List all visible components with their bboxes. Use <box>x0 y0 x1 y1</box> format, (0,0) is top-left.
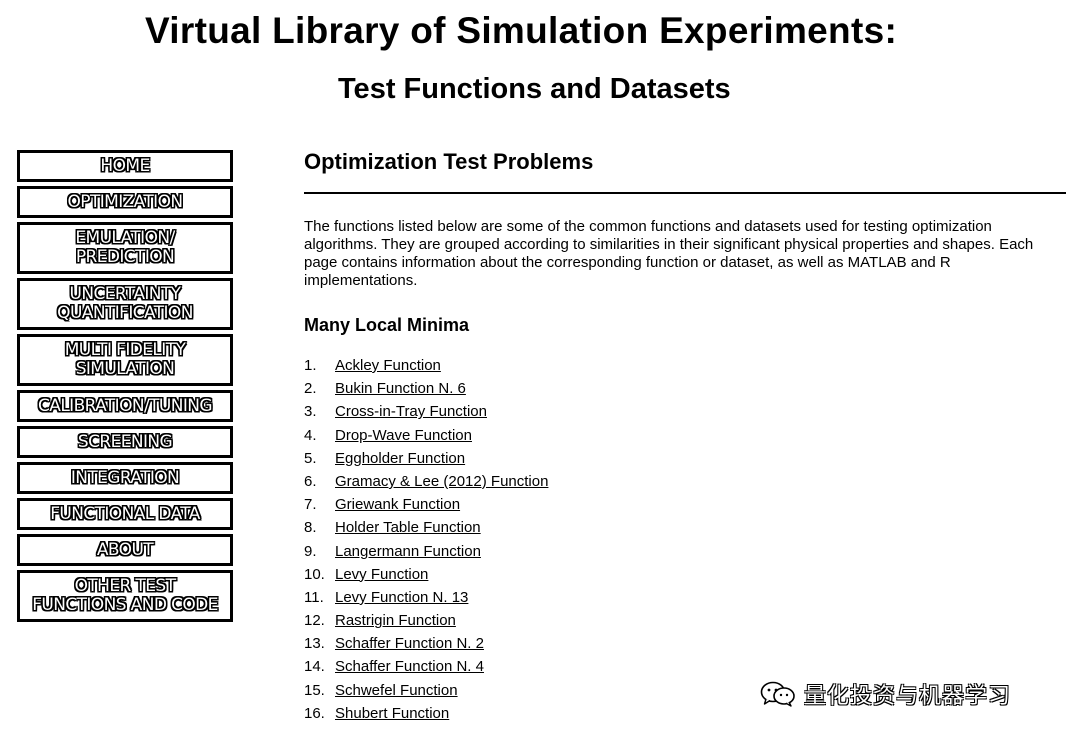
sidebar-item-screening[interactable]: SCREENING <box>17 426 233 458</box>
list-item-number: 15. <box>304 681 325 699</box>
sidebar-item-functional-data[interactable]: FUNCTIONAL DATA <box>17 498 233 530</box>
site-title: Virtual Library of Simulation Experiment… <box>145 10 898 51</box>
function-list: 1. Ackley Function 2. Bukin Function N. 6 … <box>304 354 1066 725</box>
list-item: 2. Bukin Function N. 6 <box>304 377 1066 400</box>
list-item: 12. Rastrigin Function <box>304 609 1066 632</box>
list-item-number: 12. <box>304 612 325 630</box>
list-item: 8. Holder Table Function <box>304 516 1066 539</box>
function-link[interactable]: Griewank Function <box>335 493 460 516</box>
list-item: 13. Schaffer Function N. 2 <box>304 632 1066 655</box>
list-item-number: 4. <box>304 426 317 444</box>
sidebar-item-label: HOME <box>100 155 150 176</box>
list-item: 5. Eggholder Function <box>304 447 1066 470</box>
list-item-number: 3. <box>304 403 317 421</box>
list-item-number: 7. <box>304 496 317 514</box>
wechat-icon <box>760 681 795 707</box>
function-link[interactable]: Holder Table Function <box>335 516 481 539</box>
function-link[interactable]: Ackley Function <box>335 354 441 377</box>
function-link[interactable]: Eggholder Function <box>335 447 465 470</box>
function-link[interactable]: Langermann Function <box>335 540 481 563</box>
list-item-number: 8. <box>304 519 317 537</box>
function-link[interactable]: Schwefel Function <box>335 679 458 702</box>
function-link[interactable]: Gramacy & Lee (2012) Function <box>335 470 548 493</box>
list-item: 11. Levy Function N. 13 <box>304 586 1066 609</box>
sidebar-item-label: OPTIMIZATION <box>67 191 184 212</box>
site-subtitle: Test Functions and Datasets <box>338 73 731 105</box>
sidebar-item-home[interactable]: HOME <box>17 150 233 182</box>
watermark: 量化投资与机器学习 <box>760 678 1011 710</box>
function-link[interactable]: Schaffer Function N. 4 <box>335 655 484 678</box>
sidebar-item-label: UNCERTAINTY QUANTIFICATION <box>57 284 193 323</box>
list-item-number: 2. <box>304 380 317 398</box>
sidebar-item-label: MULTI FIDELITY SIMULATION <box>64 340 186 379</box>
watermark-text: 量化投资与机器学习 <box>804 684 1012 709</box>
section-heading: Many Local Minima <box>304 315 470 335</box>
list-item-number: 1. <box>304 357 317 374</box>
list-item: 14. Schaffer Function N. 4 <box>304 655 1066 678</box>
list-item-number: 10. <box>304 565 325 583</box>
sidebar-item-multi-fidelity-simulation[interactable]: MULTI FIDELITY SIMULATION <box>17 334 233 386</box>
function-link[interactable]: Levy Function <box>335 563 428 586</box>
list-item-number: 6. <box>304 472 317 490</box>
sidebar-item-emulation-prediction[interactable]: EMULATION/ PREDICTION <box>17 222 233 274</box>
function-link[interactable]: Shubert Function <box>335 702 449 725</box>
sidebar-item-label: FUNCTIONAL DATA <box>50 503 200 524</box>
list-item-number: 11. <box>304 588 324 606</box>
list-item-number: 14. <box>304 658 325 676</box>
list-item-number: 5. <box>304 449 317 467</box>
function-link[interactable]: Drop-Wave Function <box>335 424 472 447</box>
function-link[interactable]: Cross-in-Tray Function <box>335 400 487 423</box>
function-link[interactable]: Bukin Function N. 6 <box>335 377 466 400</box>
sidebar-item-integration[interactable]: INTEGRATION <box>17 462 233 494</box>
sidebar-nav: HOME OPTIMIZATION EMULATION/ PREDICTION … <box>17 150 233 626</box>
sidebar-item-label: ABOUT <box>96 539 154 560</box>
sidebar-item-about[interactable]: ABOUT <box>17 534 233 566</box>
list-item: 10. Levy Function <box>304 563 1066 586</box>
heading-divider <box>304 192 1066 194</box>
sidebar-item-calibration-tuning[interactable]: CALIBRATION/TUNING <box>17 390 233 422</box>
list-item-number: 13. <box>304 635 325 653</box>
sidebar-item-uncertainty-quantification[interactable]: UNCERTAINTY QUANTIFICATION <box>17 278 233 330</box>
sidebar-item-label: SCREENING <box>77 431 173 452</box>
list-item: 3. Cross-in-Tray Function <box>304 400 1066 423</box>
list-item: 7. Griewank Function <box>304 493 1066 516</box>
list-item-number: 16. <box>304 704 325 722</box>
sidebar-item-optimization[interactable]: OPTIMIZATION <box>17 186 233 218</box>
list-item-number: 9. <box>304 542 317 560</box>
function-link[interactable]: Schaffer Function N. 2 <box>335 632 484 655</box>
function-link[interactable]: Rastrigin Function <box>335 609 456 632</box>
page-title: Optimization Test Problems <box>304 149 594 174</box>
sidebar-item-label: INTEGRATION <box>70 467 180 488</box>
list-item: 9. Langermann Function <box>304 540 1066 563</box>
list-item: 4. Drop-Wave Function <box>304 424 1066 447</box>
sidebar-item-other-test-functions[interactable]: OTHER TEST FUNCTIONS AND CODE <box>17 570 233 622</box>
list-item: 6. Gramacy & Lee (2012) Function <box>304 470 1066 493</box>
sidebar-item-label: OTHER TEST FUNCTIONS AND CODE <box>32 576 218 615</box>
sidebar-item-label: EMULATION/ PREDICTION <box>75 228 175 267</box>
intro-paragraph: The functions listed below are some of t… <box>304 218 1034 289</box>
main-content: Optimization Test Problems The functions… <box>304 145 1066 725</box>
function-link[interactable]: Levy Function N. 13 <box>335 586 468 609</box>
sidebar-item-label: CALIBRATION/TUNING <box>38 395 213 416</box>
list-item: 1. Ackley Function <box>304 354 1066 377</box>
